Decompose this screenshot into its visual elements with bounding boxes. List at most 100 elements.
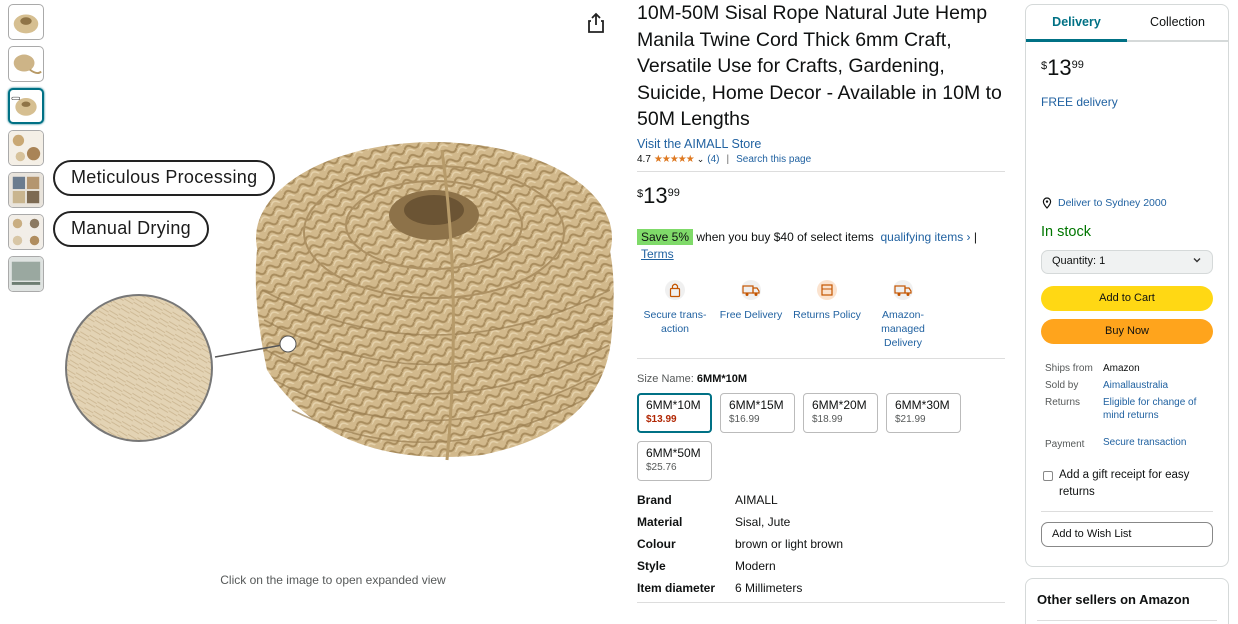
return-box-icon xyxy=(817,279,837,300)
divider xyxy=(1041,511,1213,512)
size-option-price: $25.76 xyxy=(646,461,677,473)
size-option-name: 6MM*15M xyxy=(729,397,784,412)
promotion: Save 5% when you buy $40 of select items… xyxy=(637,228,1005,263)
store-link[interactable]: Visit the AIMALL Store xyxy=(637,137,1005,151)
thumbnail-4[interactable] xyxy=(8,130,44,166)
price-whole: 13 xyxy=(1047,55,1072,80)
share-icon[interactable] xyxy=(586,12,606,34)
info-label: Returns xyxy=(1045,397,1081,408)
feature-secure[interactable]: Secure trans-action xyxy=(637,279,713,350)
thumbnail-6[interactable] xyxy=(8,214,44,250)
spec-row: Material Sisal, Jute xyxy=(637,511,1005,533)
payment-row: Payment Secure transaction xyxy=(1045,436,1213,451)
spec-row: Style Modern xyxy=(637,555,1005,577)
add-to-wish-list-button[interactable]: Add to Wish List xyxy=(1041,522,1213,547)
feature-icons: Secure trans-action Free Delivery Return… xyxy=(637,279,1005,350)
price-fraction: 99 xyxy=(1071,59,1084,71)
size-selected-value: 6MM*10M xyxy=(696,372,748,385)
buy-box: Delivery Collection $ 13 99 FREE deliver… xyxy=(1025,4,1229,567)
quantity-select[interactable]: Quantity: 1 xyxy=(1041,250,1213,274)
divider xyxy=(637,170,1005,172)
info-label: Ships from xyxy=(1045,363,1093,374)
spec-row: Brand AIMALL xyxy=(637,490,1005,512)
buy-now-button[interactable]: Buy Now xyxy=(1041,319,1213,344)
size-option-name: 6MM*10M xyxy=(646,397,701,412)
divider xyxy=(637,357,1005,359)
rope-coil-image xyxy=(65,142,614,461)
feature-free-delivery[interactable]: Free Delivery xyxy=(713,279,789,350)
qualifying-items-link[interactable]: qualifying items › xyxy=(880,230,970,244)
product-details: 10M-50M Sisal Rope Natural Jute Hemp Man… xyxy=(637,0,1005,604)
spec-row: Colour brown or light brown xyxy=(637,533,1005,555)
size-option-name: 6MM*20M xyxy=(812,397,867,412)
callout-processing: Meticulous Processing xyxy=(53,160,276,196)
spec-value: brown or light brown xyxy=(735,536,844,551)
info-label: Sold by xyxy=(1045,380,1079,391)
location-pin-icon xyxy=(1042,197,1052,209)
feature-returns[interactable]: Returns Policy xyxy=(789,279,865,350)
divider: | xyxy=(726,153,730,165)
promo-text: when you buy $40 of select items xyxy=(696,229,874,244)
info-label: Payment xyxy=(1045,439,1085,450)
rating-row: 4.7 ★★★★★ ⌄ (4) | Search this page xyxy=(637,154,1005,165)
tab-delivery[interactable]: Delivery xyxy=(1026,5,1127,42)
size-option-price: $13.99 xyxy=(646,413,677,425)
size-option-6mm-20m[interactable]: 6MM*20M $18.99 xyxy=(803,392,878,433)
promo-separator: | xyxy=(973,229,977,244)
returns-row: Returns Eligible for change of mind retu… xyxy=(1045,396,1213,422)
payment-link[interactable]: Secure transaction xyxy=(1103,436,1186,451)
spec-key: Style xyxy=(637,558,666,573)
gift-receipt-label: Add a gift receipt for easy returns xyxy=(1059,469,1190,498)
spec-key: Item diameter xyxy=(637,580,716,595)
feature-amazon-delivery[interactable]: Amazon-managed Delivery xyxy=(865,279,941,350)
size-option-name: 6MM*50M xyxy=(646,445,701,460)
size-option-price: $16.99 xyxy=(729,413,760,425)
thumbnail-1[interactable] xyxy=(8,4,44,40)
terms-link[interactable]: Terms xyxy=(641,247,674,261)
expand-hint: Click on the image to open expanded view xyxy=(220,573,446,587)
returns-link[interactable]: Eligible for change of mind returns xyxy=(1103,396,1203,422)
rating-stars-icon[interactable]: ★★★★★ xyxy=(654,154,695,165)
add-to-cart-button[interactable]: Add to Cart xyxy=(1041,286,1213,311)
main-product-image[interactable] xyxy=(52,0,622,570)
price: $ 13 99 xyxy=(637,184,1005,207)
spec-row: Item diameter 6 Millimeters xyxy=(637,577,1005,599)
thumbnail-strip xyxy=(8,4,46,298)
deliver-to-text: Deliver to Sydney 2000 xyxy=(1058,197,1167,209)
buy-box-tabs: Delivery Collection xyxy=(1026,5,1228,42)
quantity-value: Quantity: 1 xyxy=(1052,255,1106,267)
feature-label: Returns Policy xyxy=(793,308,861,321)
gift-receipt-checkbox[interactable] xyxy=(1043,471,1053,481)
spec-key: Colour xyxy=(637,536,676,551)
size-option-6mm-10m[interactable]: 6MM*10M $13.99 xyxy=(637,392,712,433)
sold-by-row: Sold by Aimallaustralia xyxy=(1045,379,1213,392)
tab-collection[interactable]: Collection xyxy=(1127,5,1228,40)
divider xyxy=(637,602,1005,604)
promo-badge: Save 5% xyxy=(637,228,694,245)
stock-status: In stock xyxy=(1041,224,1091,240)
size-options: 6MM*10M $13.99 6MM*15M $16.99 6MM*20M $1… xyxy=(637,392,977,481)
size-option-6mm-15m[interactable]: 6MM*15M $16.99 xyxy=(720,392,795,433)
truck-icon xyxy=(893,279,913,300)
size-option-6mm-30m[interactable]: 6MM*30M $21.99 xyxy=(886,392,961,433)
search-page-link[interactable]: Search this page xyxy=(736,154,811,165)
thumbnail-3-selected[interactable] xyxy=(8,88,44,124)
size-label-text: Size Name: xyxy=(637,372,694,385)
free-delivery-link[interactable]: FREE delivery xyxy=(1041,95,1213,109)
price-fraction: 99 xyxy=(667,186,680,199)
buy-box-price: $ 13 99 xyxy=(1041,57,1213,79)
rating-value: 4.7 xyxy=(637,153,651,165)
chevron-down-icon[interactable]: ⌄ xyxy=(697,154,705,165)
feature-label: Amazon-managed Delivery xyxy=(881,308,925,349)
deliver-to-link[interactable]: Deliver to Sydney 2000 xyxy=(1041,197,1213,209)
size-option-6mm-50m[interactable]: 6MM*50M $25.76 xyxy=(637,440,712,481)
divider xyxy=(1037,620,1217,621)
thumbnail-2[interactable] xyxy=(8,46,44,82)
lock-icon xyxy=(665,279,685,300)
thumbnail-7[interactable] xyxy=(8,256,44,292)
truck-icon xyxy=(741,279,761,300)
gift-receipt-row[interactable]: Add a gift receipt for easy returns xyxy=(1043,467,1213,501)
thumbnail-5[interactable] xyxy=(8,172,44,208)
seller-link[interactable]: Aimallaustralia xyxy=(1103,379,1168,392)
rating-count[interactable]: (4) xyxy=(707,154,719,165)
